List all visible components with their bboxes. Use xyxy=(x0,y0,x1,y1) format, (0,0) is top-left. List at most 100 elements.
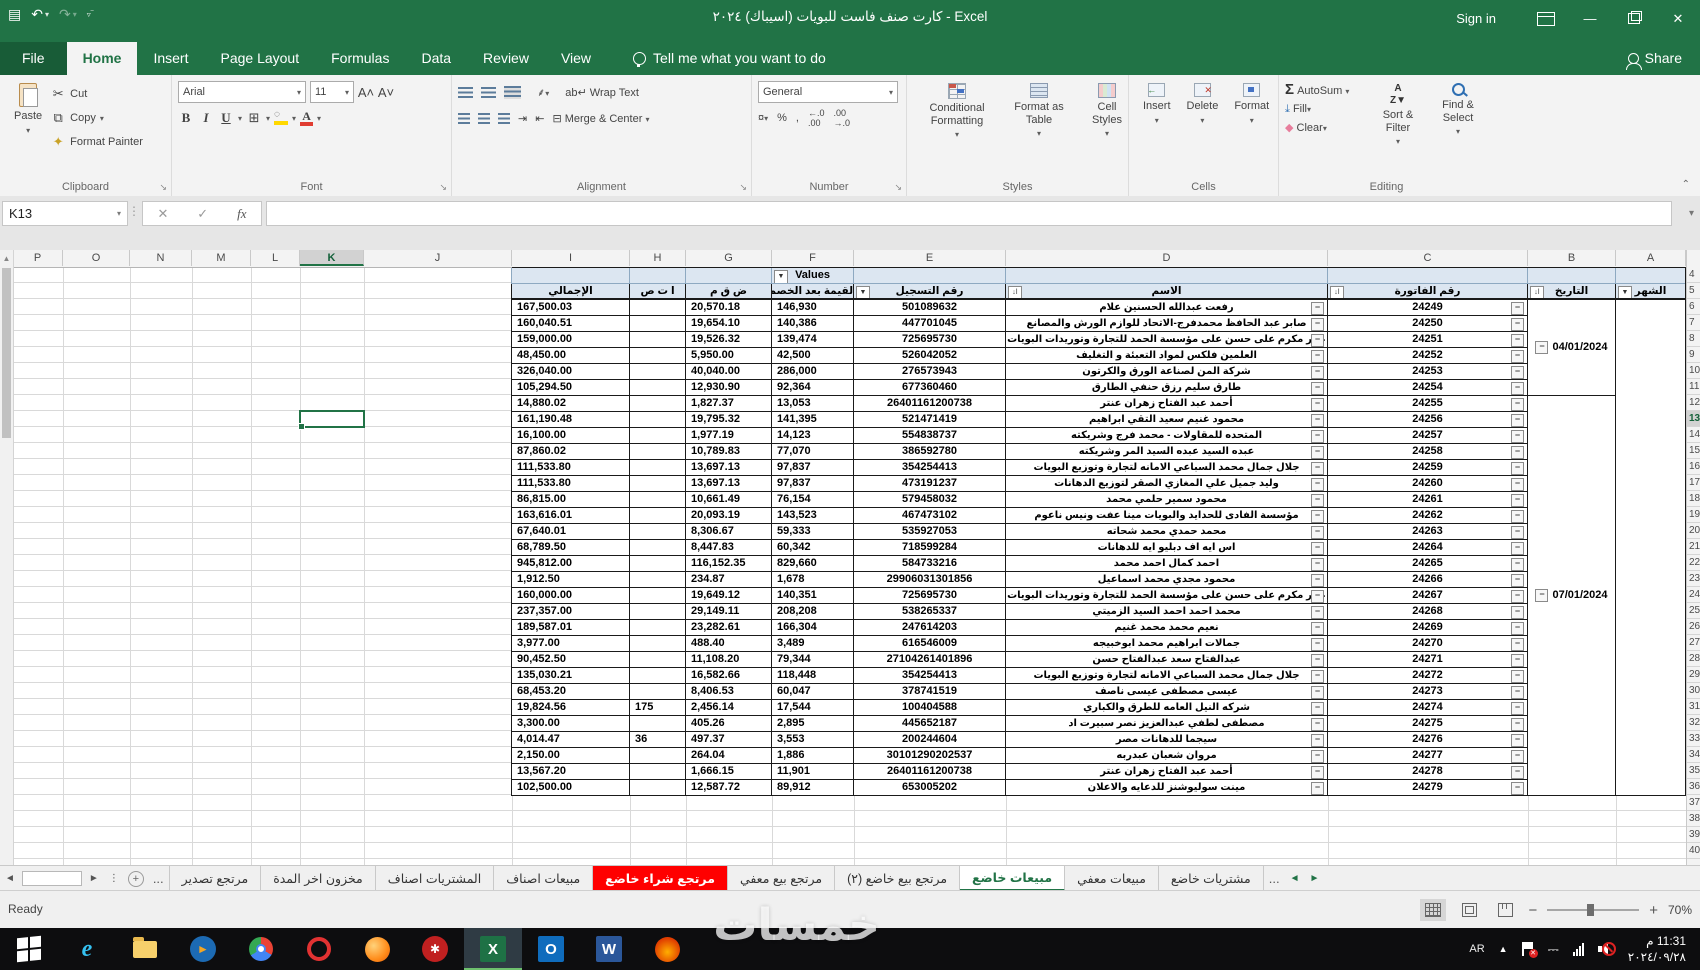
vat-cell[interactable]: 8,447.83 xyxy=(685,540,771,556)
collapse-button[interactable]: − xyxy=(1511,654,1524,667)
name-cell[interactable]: عبدالفتاح سعد عبدالفتاح حسن − xyxy=(1005,652,1327,668)
sheet-tab-5[interactable]: مرتجع بيع معفي xyxy=(728,866,836,891)
registration-cell[interactable]: 725695730 xyxy=(853,588,1005,604)
collapse-button[interactable]: − xyxy=(1511,622,1524,635)
values-filter-button[interactable]: ▼ xyxy=(774,270,788,283)
registration-cell[interactable]: 554838737 xyxy=(853,428,1005,444)
net-value-cell[interactable]: 3,489 xyxy=(771,636,853,652)
net-value-cell[interactable]: 139,474 xyxy=(771,332,853,348)
number-dialog-launcher[interactable]: ↘ xyxy=(894,182,902,193)
collapse-button[interactable]: − xyxy=(1311,446,1324,459)
values-band-cell[interactable] xyxy=(853,268,1005,284)
ats-cell[interactable] xyxy=(629,604,685,620)
column-label-vat[interactable]: ض ق م xyxy=(685,284,771,300)
row-header-10[interactable]: 10 xyxy=(1687,363,1700,379)
registration-cell[interactable]: 521471419 xyxy=(853,412,1005,428)
collapse-button[interactable]: − xyxy=(1511,718,1524,731)
collapse-button[interactable]: − xyxy=(1311,366,1324,379)
invoice-cell[interactable]: 24258− xyxy=(1327,444,1527,460)
vat-cell[interactable]: 116,152.35 xyxy=(685,556,771,572)
column-header-M[interactable]: M xyxy=(192,250,251,266)
ats-cell[interactable] xyxy=(629,476,685,492)
collapse-button[interactable]: − xyxy=(1311,718,1324,731)
align-left-icon[interactable] xyxy=(458,112,470,124)
name-cell[interactable]: نعيم محمد محمد غنيم − xyxy=(1005,620,1327,636)
total-cell[interactable]: 160,040.51 xyxy=(511,316,629,332)
word-icon[interactable]: W xyxy=(580,928,638,970)
row-header-7[interactable]: 7 xyxy=(1687,315,1700,331)
collapse-button[interactable]: − xyxy=(1511,590,1524,603)
sheet-tab-4[interactable]: مرتجع شراء خاضع xyxy=(593,866,728,891)
column-label-total[interactable]: الإجمالي xyxy=(511,284,629,300)
net-value-cell[interactable]: 141,395 xyxy=(771,412,853,428)
vat-cell[interactable]: 19,649.12 xyxy=(685,588,771,604)
row-header-27[interactable]: 27 xyxy=(1687,635,1700,651)
muted-speaker-icon[interactable] xyxy=(1597,942,1616,956)
row-header-37[interactable]: 37 xyxy=(1687,795,1700,811)
invoice-cell[interactable]: 24271− xyxy=(1327,652,1527,668)
vat-cell[interactable]: 405.26 xyxy=(685,716,771,732)
percent-style-button[interactable]: % xyxy=(777,112,787,124)
total-cell[interactable]: 167,500.03 xyxy=(511,300,629,316)
registration-cell[interactable]: 653005202 xyxy=(853,780,1005,796)
name-cell[interactable]: مينت سوليوشنز للدعايه والاعلان − xyxy=(1005,780,1327,796)
opera-icon[interactable] xyxy=(290,928,348,970)
insert-cells-button[interactable]: Insert▾ xyxy=(1135,79,1179,129)
sheet-tab-1[interactable]: مخزون اخر المدة xyxy=(261,866,376,891)
column-label-reg[interactable]: رقم التسجيل ▼ xyxy=(853,284,1005,300)
ats-cell[interactable] xyxy=(629,684,685,700)
accounting-format-button[interactable]: ¤▾ xyxy=(758,112,768,124)
ats-cell[interactable] xyxy=(629,556,685,572)
ats-cell[interactable] xyxy=(629,780,685,796)
vat-cell[interactable]: 20,093.19 xyxy=(685,508,771,524)
invoice-cell[interactable]: 24275− xyxy=(1327,716,1527,732)
number-format-combo[interactable]: General ▾ xyxy=(758,81,898,103)
row-header-40[interactable]: 40 xyxy=(1687,843,1700,859)
page-break-view-button[interactable] xyxy=(1492,899,1518,921)
ats-cell[interactable] xyxy=(629,716,685,732)
invoice-cell[interactable]: 24279− xyxy=(1327,780,1527,796)
registration-cell[interactable]: 26401161200738 xyxy=(853,396,1005,412)
vat-cell[interactable]: 20,570.18 xyxy=(685,300,771,316)
ats-cell[interactable] xyxy=(629,636,685,652)
column-header-D[interactable]: D xyxy=(1006,250,1328,266)
cell-styles-button[interactable]: Cell Styles ▾ xyxy=(1077,79,1137,143)
align-bottom-icon[interactable] xyxy=(504,85,521,99)
ats-cell[interactable] xyxy=(629,428,685,444)
row-header-14[interactable]: 14 xyxy=(1687,427,1700,443)
vat-cell[interactable]: 234.87 xyxy=(685,572,771,588)
net-value-cell[interactable]: 140,386 xyxy=(771,316,853,332)
italic-button[interactable]: I xyxy=(198,110,214,126)
net-value-cell[interactable]: 208,208 xyxy=(771,604,853,620)
ats-cell[interactable] xyxy=(629,492,685,508)
invoice-cell[interactable]: 24254− xyxy=(1327,380,1527,396)
net-value-cell[interactable]: 11,901 xyxy=(771,764,853,780)
zoom-level[interactable]: 70% xyxy=(1668,903,1692,917)
collapse-button[interactable]: − xyxy=(1511,526,1524,539)
action-center-flag-icon[interactable]: ✕ xyxy=(1521,942,1538,958)
name-cell[interactable]: محمد حمدي محمد شحاته − xyxy=(1005,524,1327,540)
name-cell[interactable]: محمد احمد احمد السيد الزميتي − xyxy=(1005,604,1327,620)
row-header-19[interactable]: 19 xyxy=(1687,507,1700,523)
restore-button[interactable] xyxy=(1612,0,1656,37)
format-painter-button[interactable]: ✦ Format Painter xyxy=(50,131,143,153)
collapse-button[interactable]: − xyxy=(1511,558,1524,571)
row-header-5[interactable]: 5 xyxy=(1687,283,1700,299)
net-value-cell[interactable]: 97,837 xyxy=(771,460,853,476)
column-label-date[interactable]: التاريخ ا↓ xyxy=(1527,284,1615,300)
column-header-H[interactable]: H xyxy=(630,250,686,266)
total-cell[interactable]: 111,533.80 xyxy=(511,476,629,492)
clipboard-dialog-launcher[interactable]: ↘ xyxy=(159,182,167,193)
net-value-cell[interactable]: 59,333 xyxy=(771,524,853,540)
collapse-button[interactable]: − xyxy=(1311,414,1324,427)
flame-app-icon[interactable] xyxy=(638,928,696,970)
registration-cell[interactable]: 247614203 xyxy=(853,620,1005,636)
net-value-cell[interactable]: 286,000 xyxy=(771,364,853,380)
collapse-button[interactable]: − xyxy=(1511,638,1524,651)
collapse-button[interactable]: − xyxy=(1311,670,1324,683)
total-cell[interactable]: 326,040.00 xyxy=(511,364,629,380)
name-cell[interactable]: عبده السيد عبده السيد المر وشريكته − xyxy=(1005,444,1327,460)
tab-splitter-handle[interactable]: ⋮ xyxy=(104,866,124,891)
column-header-F[interactable]: F xyxy=(772,250,854,266)
name-cell[interactable]: مروان شعبان عبدربه − xyxy=(1005,748,1327,764)
